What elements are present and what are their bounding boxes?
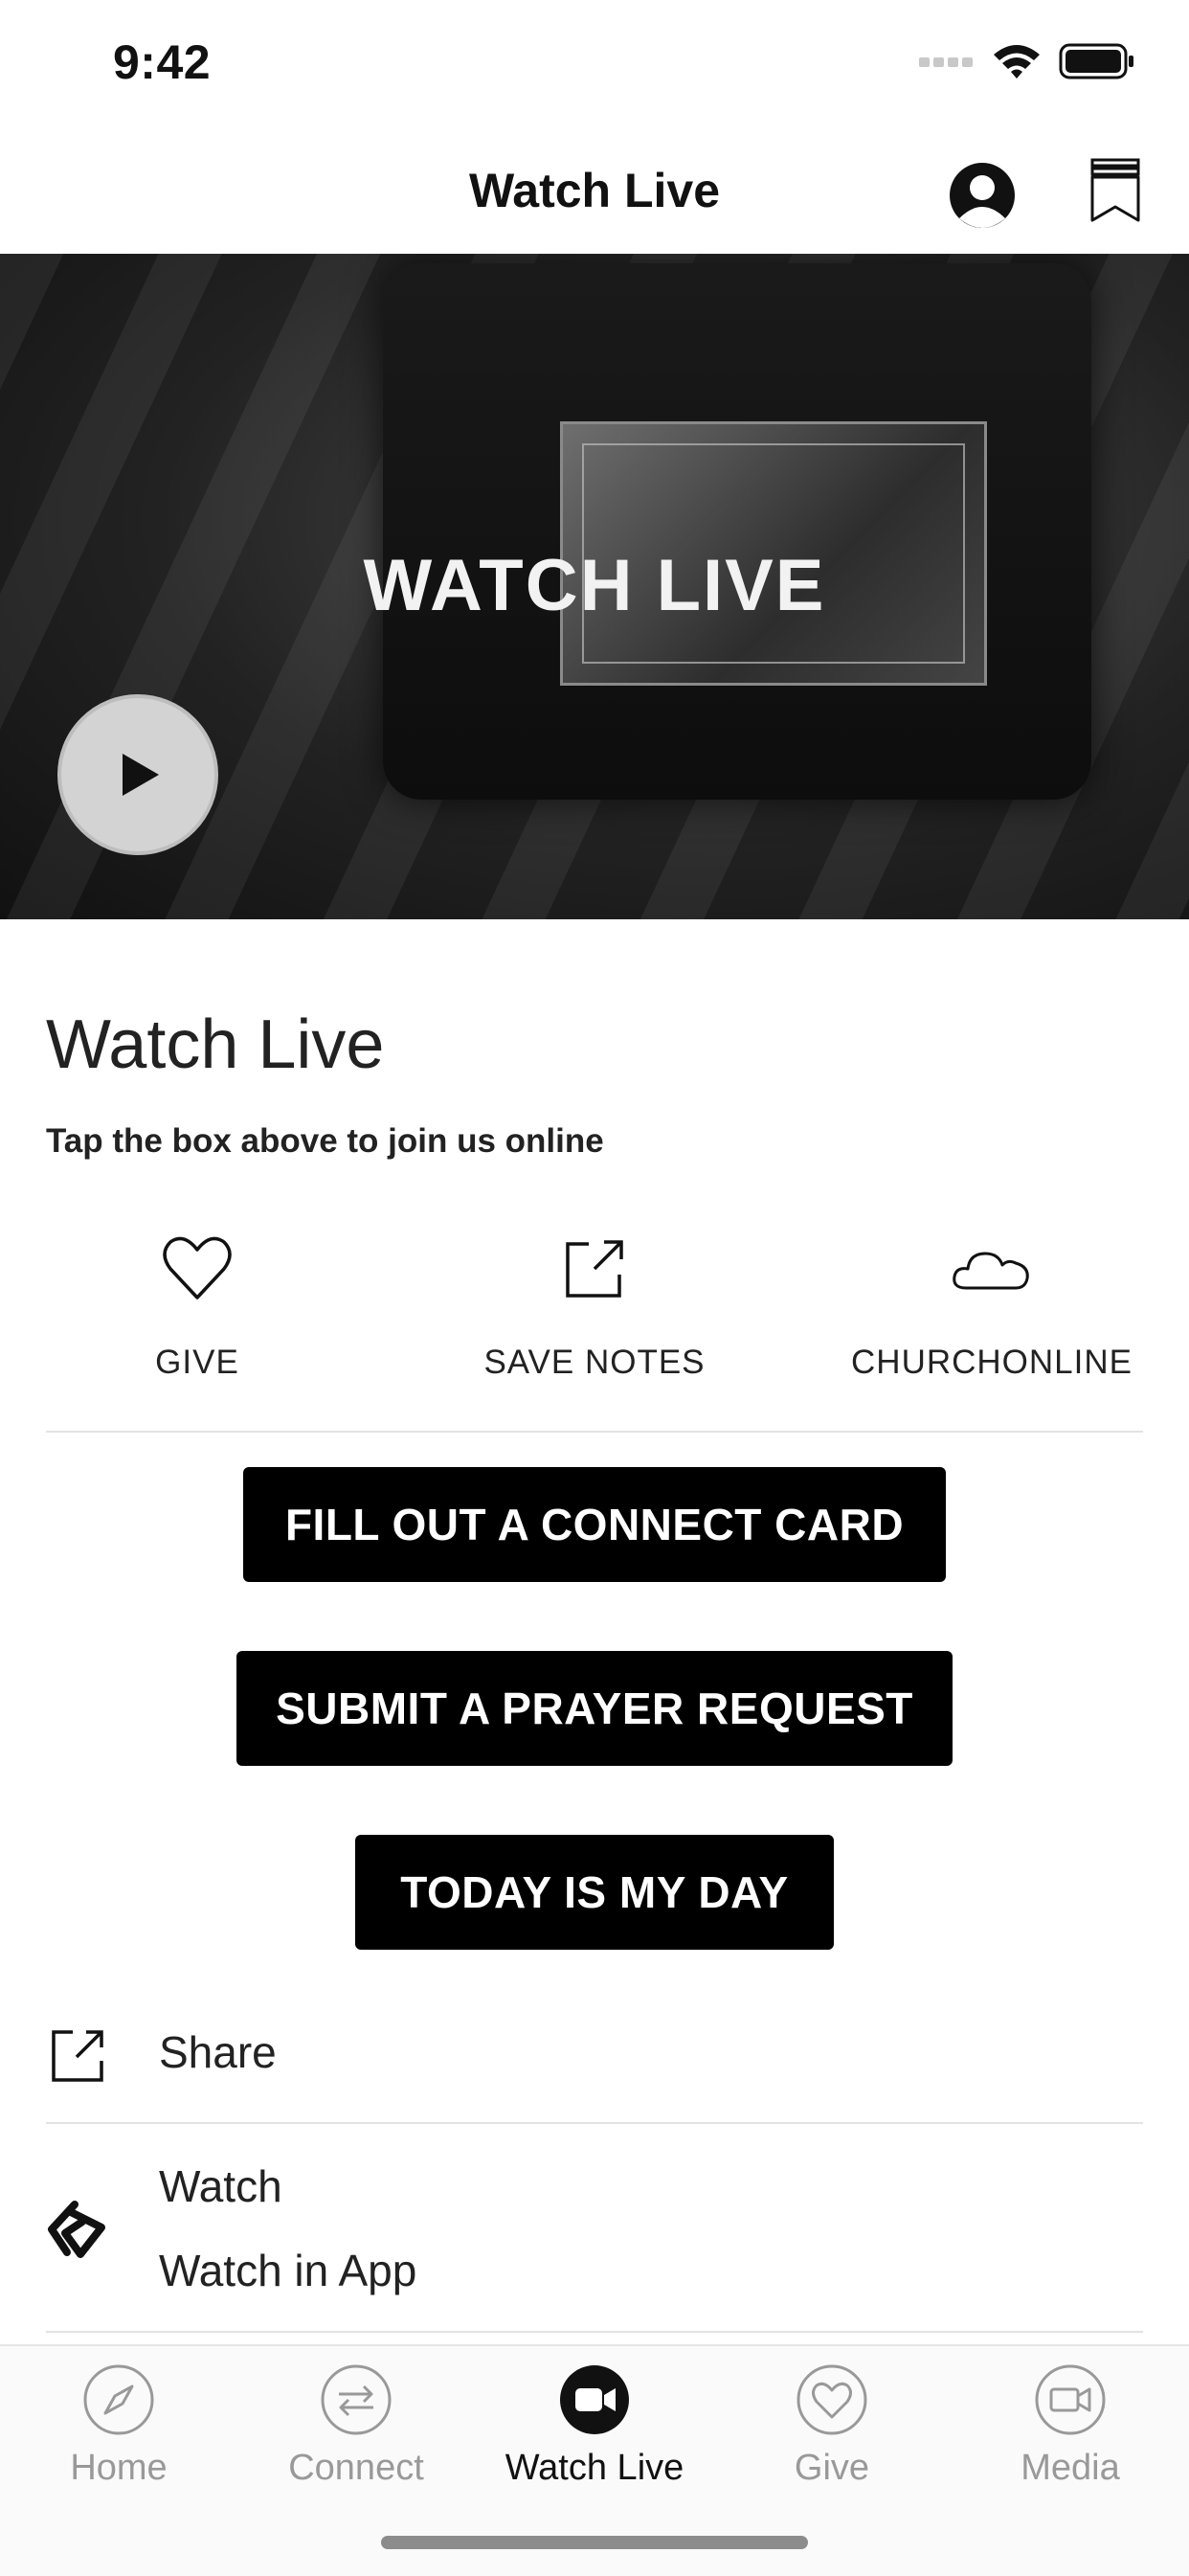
divider (46, 1431, 1143, 1433)
share-icon (52, 2030, 103, 2082)
tab-give[interactable]: Give (713, 2363, 951, 2489)
churchonline-action[interactable]: CHURCHONLINE (810, 1231, 1174, 1382)
divider (46, 2122, 1143, 2124)
tab-home[interactable]: Home (0, 2363, 237, 2489)
play-button[interactable] (57, 694, 218, 855)
save-notes-label: SAVE NOTES (483, 1344, 706, 1381)
cloud-icon (953, 1252, 1029, 1290)
save-notes-action[interactable]: SAVE NOTES (413, 1231, 776, 1382)
nav-bar: Watch Live (0, 124, 1189, 254)
quick-actions: GIVE SAVE NOTES CHURCHONLINE (0, 1231, 1189, 1384)
status-bar: 9:42 (0, 0, 1189, 124)
connect-card-button[interactable]: FILL OUT A CONNECT CARD (243, 1467, 946, 1582)
today-is-my-day-button[interactable]: TODAY IS MY DAY (355, 1835, 834, 1950)
watch-title: Watch (159, 2161, 282, 2211)
tab-media[interactable]: Media (952, 2363, 1189, 2489)
bookmarks-icon[interactable] (1089, 157, 1141, 224)
tab-connect[interactable]: Connect (237, 2363, 475, 2489)
prayer-request-button[interactable]: SUBMIT A PRAYER REQUEST (236, 1651, 953, 1766)
give-action-label: GIVE (155, 1344, 239, 1381)
status-time: 9:42 (113, 35, 212, 89)
hero-title: WATCH LIVE (363, 545, 826, 626)
heart-icon (163, 1236, 232, 1299)
compass-icon (83, 2364, 154, 2435)
share-row[interactable]: Share (46, 2011, 1143, 2122)
watch-app-icon (48, 2201, 105, 2258)
video-icon (1035, 2364, 1106, 2435)
give-action[interactable]: GIVE (15, 1231, 379, 1382)
share-label: Share (159, 2027, 277, 2077)
status-icons (919, 42, 1135, 80)
tab-label: Media (1021, 2448, 1120, 2488)
divider (46, 2331, 1143, 2333)
tab-label: Connect (288, 2448, 424, 2488)
video-camera-icon (560, 2365, 629, 2434)
page-title: Watch Live (46, 1006, 385, 1083)
signal-icon (919, 57, 973, 67)
home-indicator[interactable] (381, 2536, 808, 2549)
hero-video[interactable]: WATCH LIVE (0, 254, 1189, 919)
arrows-exchange-icon (321, 2364, 392, 2435)
tab-label: Home (70, 2448, 168, 2488)
tab-label: Give (794, 2448, 870, 2488)
tab-label: Watch Live (505, 2448, 684, 2488)
wifi-icon (994, 45, 1040, 79)
person-circle-icon[interactable] (948, 161, 1017, 230)
heart-icon (796, 2364, 867, 2435)
tab-watch-live[interactable]: Watch Live (476, 2363, 713, 2489)
camera-image (383, 263, 1091, 800)
battery-icon (1059, 43, 1133, 79)
churchonline-label: CHURCHONLINE (851, 1344, 1133, 1381)
external-link-icon (566, 1240, 623, 1298)
watch-row[interactable]: Watch Watch in App (46, 2135, 1143, 2327)
watch-subtitle: Watch in App (159, 2246, 417, 2295)
play-icon (123, 754, 159, 796)
page-subtitle: Tap the box above to join us online (46, 1122, 604, 1160)
